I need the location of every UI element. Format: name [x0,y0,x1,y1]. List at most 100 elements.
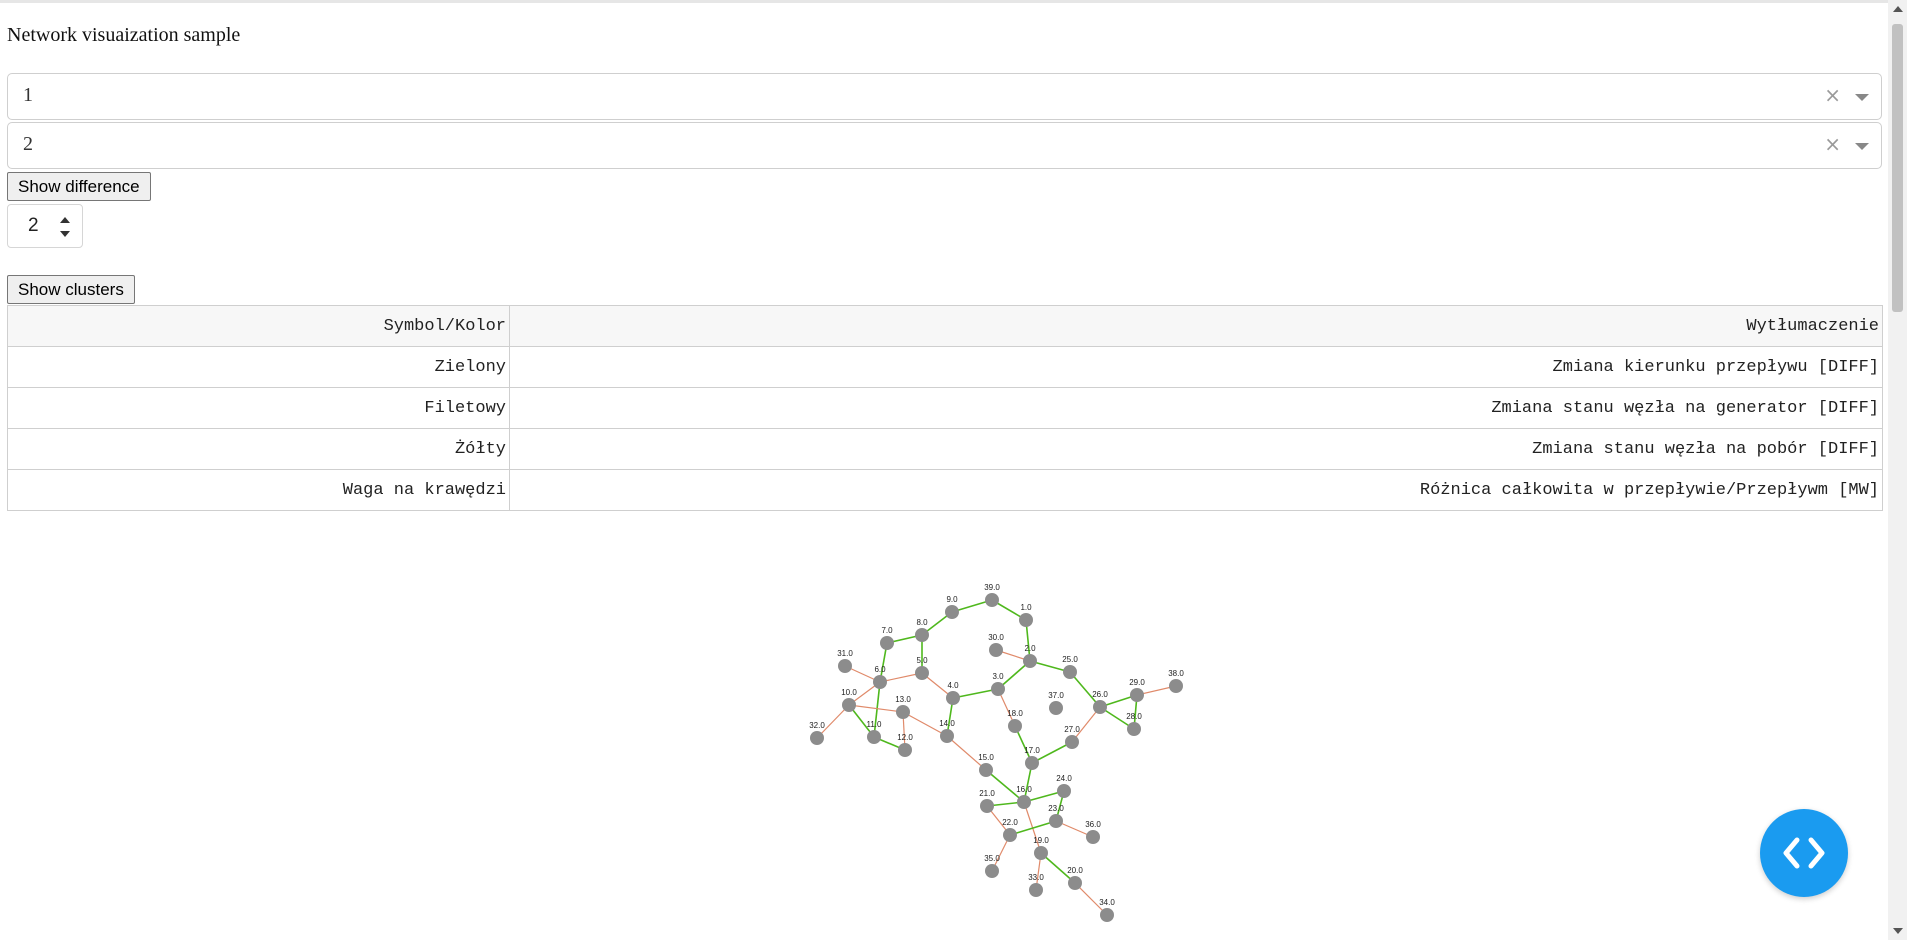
dropdown-second-value: 2 [23,133,33,155]
table-cell: Zmiana stanu węzła na pobór [DIFF] [509,428,1883,470]
scroll-up-icon[interactable] [1893,6,1903,12]
graph-node[interactable] [1029,883,1043,897]
graph-node-label: 18.0 [1007,709,1023,718]
graph-node[interactable] [940,729,954,743]
graph-node[interactable] [946,691,960,705]
graph-node[interactable] [1023,654,1037,668]
graph-node[interactable] [1063,665,1077,679]
page-title: Network visuaization sample [7,24,241,46]
stepper-up-icon[interactable] [60,217,70,223]
graph-node[interactable] [1169,679,1183,693]
graph-node[interactable] [1100,908,1114,922]
stepper-down-icon[interactable] [60,231,70,237]
column-header: Symbol/Kolor [7,305,510,347]
graph-node[interactable] [1127,722,1141,736]
graph-node[interactable] [898,743,912,757]
graph-node[interactable] [1017,795,1031,809]
graph-node-label: 5.0 [916,656,928,665]
graph-node-label: 8.0 [916,618,928,627]
page: Network visuaization sample 1 × 2 × Show… [0,0,1888,940]
graph-node-label: 9.0 [946,595,958,604]
table-row: Żółty Zmiana stanu węzła na pobór [DIFF] [7,428,1883,470]
graph-node[interactable] [915,628,929,642]
graph-node-label: 1.0 [1020,603,1032,612]
number-stepper[interactable]: 2 [7,204,83,248]
graph-node[interactable] [989,643,1003,657]
graph-edge [848,704,904,713]
graph-node-label: 37.0 [1048,691,1064,700]
chevron-down-icon[interactable] [1855,94,1869,101]
graph-node[interactable] [985,864,999,878]
network-graph[interactable]: 1.0 2.0 3.0 4.0 5.0 6.0 7.0 8.0 9.0 10.0 11.0 12.0 1… [790,570,1190,930]
graph-node[interactable] [867,730,881,744]
graph-node-label: 25.0 [1062,655,1078,664]
graph-node[interactable] [838,659,852,673]
stepper-value: 2 [28,215,39,236]
graph-node[interactable] [880,636,894,650]
graph-node[interactable] [915,666,929,680]
graph-node-label: 33.0 [1028,873,1044,882]
graph-node[interactable] [1057,784,1071,798]
graph-node[interactable] [985,593,999,607]
graph-node-label: 2.0 [1024,644,1036,653]
table-row: Zielony Zmiana kierunku przepływu [DIFF] [7,346,1883,388]
graph-node[interactable] [1019,613,1033,627]
graph-node-label: 21.0 [979,789,995,798]
graph-node[interactable] [1049,814,1063,828]
graph-node[interactable] [1003,828,1017,842]
graph-node[interactable] [979,763,993,777]
graph-node-label: 22.0 [1002,818,1018,827]
code-button[interactable] [1760,809,1848,897]
graph-node[interactable] [810,731,824,745]
graph-node[interactable] [1130,688,1144,702]
graph-node-label: 3.0 [992,672,1004,681]
graph-node[interactable] [1086,830,1100,844]
graph-node-label: 32.0 [809,721,825,730]
graph-node-label: 6.0 [874,665,886,674]
table-cell: Żółty [7,428,510,470]
dropdown-second[interactable]: 2 × [7,122,1882,169]
clear-icon[interactable]: × [1824,132,1841,156]
graph-node-label: 27.0 [1064,725,1080,734]
graph-node[interactable] [991,682,1005,696]
column-header: Wytłumaczenie [509,305,1883,347]
graph-node[interactable] [873,675,887,689]
graph-node-label: 19.0 [1033,836,1049,845]
graph-node[interactable] [1068,876,1082,890]
graph-node-label: 26.0 [1092,690,1108,699]
dropdown-first[interactable]: 1 × [7,73,1882,120]
table-cell: Waga na krawędzi [7,469,510,511]
graph-node-label: 14.0 [939,719,955,728]
vertical-scrollbar[interactable] [1888,0,1907,940]
graph-node[interactable] [1093,700,1107,714]
graph-node[interactable] [980,799,994,813]
graph-node[interactable] [896,705,910,719]
graph-node[interactable] [945,605,959,619]
graph-node[interactable] [1049,701,1063,715]
graph-node[interactable] [1034,846,1048,860]
dropdown-first-value: 1 [23,84,33,106]
table-cell: Różnica całkowita w przepływie/Przepływm… [509,469,1883,511]
clear-icon[interactable]: × [1824,83,1841,107]
scroll-thumb[interactable] [1892,24,1903,312]
table-row: Waga na krawędzi Różnica całkowita w prz… [7,469,1883,511]
show-difference-button[interactable]: Show difference [7,172,151,201]
graph-node[interactable] [1065,735,1079,749]
graph-node-label: 24.0 [1056,774,1072,783]
table-cell: Zmiana kierunku przepływu [DIFF] [509,346,1883,388]
graph-node[interactable] [842,698,856,712]
graph-node-label: 34.0 [1099,898,1115,907]
scroll-down-icon[interactable] [1893,928,1903,934]
legend-table: Symbol/Kolor Wytłumaczenie Zielony Zmian… [7,305,1883,511]
graph-node[interactable] [1008,719,1022,733]
graph-node-label: 29.0 [1129,678,1145,687]
chevron-down-icon[interactable] [1855,143,1869,150]
show-clusters-button[interactable]: Show clusters [7,275,135,304]
graph-node-label: 11.0 [867,720,883,729]
graph-node-label: 39.0 [984,583,1000,592]
graph-node[interactable] [1025,756,1039,770]
graph-node-label: 23.0 [1048,804,1064,813]
graph-node-label: 30.0 [988,633,1004,642]
table-header-row: Symbol/Kolor Wytłumaczenie [7,305,1883,347]
graph-node-label: 17.0 [1024,746,1040,755]
